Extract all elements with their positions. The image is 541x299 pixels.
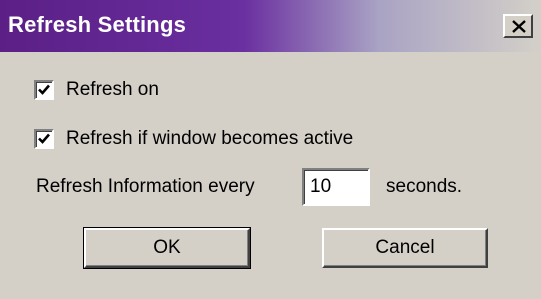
close-icon — [512, 20, 526, 33]
refresh-on-checkbox[interactable] — [34, 80, 54, 100]
refresh-settings-dialog: Refresh Settings Refresh on Refresh if w… — [0, 0, 541, 299]
checkmark-icon — [38, 133, 50, 144]
close-button[interactable] — [503, 14, 533, 38]
checkmark-icon — [38, 84, 50, 95]
title-bar[interactable]: Refresh Settings — [0, 0, 541, 52]
refresh-if-active-checkbox[interactable] — [34, 129, 54, 149]
interval-label: Refresh Information every — [36, 176, 255, 197]
cancel-button[interactable]: Cancel — [322, 228, 488, 268]
window-title: Refresh Settings — [8, 12, 187, 37]
refresh-on-label: Refresh on — [66, 79, 159, 100]
interval-input[interactable] — [302, 168, 370, 206]
refresh-if-active-option[interactable]: Refresh if window becomes active — [34, 128, 353, 150]
ok-button[interactable]: OK — [83, 227, 251, 269]
interval-unit-label: seconds. — [386, 176, 463, 197]
refresh-if-active-label: Refresh if window becomes active — [66, 128, 354, 149]
refresh-on-option[interactable]: Refresh on — [34, 79, 159, 101]
